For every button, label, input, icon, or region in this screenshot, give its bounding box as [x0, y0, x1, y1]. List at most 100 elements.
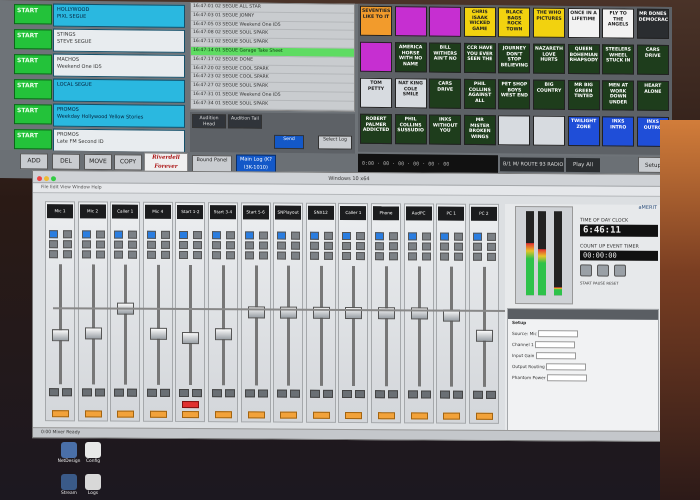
channel-option-button[interactable]	[486, 252, 496, 261]
hotkey-button[interactable]: CARS DRIVE	[636, 44, 669, 76]
start-item[interactable]: PROMOS Weekday Hollywood Yellow Stories	[53, 103, 185, 128]
channel-option-button[interactable]	[356, 252, 366, 261]
channel-option-button[interactable]	[179, 250, 189, 260]
hotkey-button[interactable]: AMERICA HORSE WITH NO NAME	[394, 42, 427, 73]
channel-option-button[interactable]	[323, 251, 333, 260]
fader-knob[interactable]	[52, 328, 69, 342]
channel-option-button[interactable]	[309, 241, 319, 250]
hotkey-button[interactable]: BIG COUNTRY	[533, 79, 565, 110]
fader-knob[interactable]	[84, 327, 102, 340]
channel-option-button[interactable]	[407, 242, 417, 251]
hotkey-button[interactable]	[360, 41, 392, 73]
hotkey-button[interactable]: BLACK BAGS ROCK TOWN	[498, 7, 531, 38]
add-button[interactable]: ADD	[20, 153, 48, 170]
channel-option-button[interactable]	[291, 241, 301, 250]
hotkey-button[interactable]: ONCE IN A LIFETIME	[567, 7, 600, 39]
channel-cue-button[interactable]	[472, 390, 483, 399]
channel-talk-button[interactable]	[84, 410, 102, 418]
channel-on-button[interactable]	[49, 230, 58, 239]
channel-option-button[interactable]	[258, 241, 268, 250]
hotkey-button[interactable]: SEVENTIES LIKE TO IT	[360, 5, 392, 37]
channel-option-button[interactable]	[226, 241, 235, 250]
start-item[interactable]: LOCAL SEGUE	[53, 78, 185, 103]
channel-option-button[interactable]	[421, 232, 431, 241]
hotkey-button[interactable]: MEN AT WORK DOWN UNDER	[602, 80, 635, 111]
hotkey-button[interactable]: PHIL COLLINS SUSSUDIO	[394, 114, 427, 145]
channel-option-button[interactable]	[472, 252, 482, 261]
channel-option-button[interactable]	[160, 230, 170, 239]
channel-option-button[interactable]	[114, 250, 124, 259]
channel-talk-button[interactable]	[443, 412, 461, 420]
channel-option-button[interactable]	[454, 242, 464, 251]
channel-cue-button[interactable]	[290, 389, 301, 398]
start-item[interactable]: MACHOS Weekend One ID5	[53, 53, 185, 78]
channel-cue-button[interactable]	[309, 389, 320, 398]
channel-option-button[interactable]	[226, 231, 235, 240]
hotkey-button[interactable]: ROBERT PALMER ADDICTED	[360, 113, 392, 145]
channel-on-button[interactable]	[375, 232, 384, 241]
channel-option-button[interactable]	[389, 252, 398, 261]
hotkey-button[interactable]: BILL WITHERS AIN'T NO	[429, 42, 462, 73]
channel-cue-button[interactable]	[49, 388, 59, 397]
channel-option-button[interactable]	[179, 240, 189, 250]
channel-option-button[interactable]	[114, 240, 124, 249]
timer-pause-button[interactable]	[597, 264, 609, 277]
channel-talk-button[interactable]	[280, 411, 298, 419]
channel-talk-button[interactable]	[345, 411, 363, 420]
hotkey-button[interactable]: JOURNEY DON'T STOP BELIEVING	[498, 43, 531, 74]
channel-cue-button[interactable]	[453, 390, 464, 399]
channel-cue-button[interactable]	[440, 390, 451, 399]
channel-option-button[interactable]	[160, 240, 170, 249]
channel-on-button[interactable]	[179, 230, 189, 240]
window-controls[interactable]	[37, 174, 58, 186]
channel-cue-button[interactable]	[62, 388, 72, 397]
channel-on-button[interactable]	[146, 230, 156, 239]
start-button[interactable]: START	[14, 79, 52, 100]
channel-cue-button[interactable]	[212, 389, 222, 398]
channel-on-button[interactable]	[277, 231, 287, 240]
minimize-icon[interactable]	[44, 176, 49, 182]
channel-option-button[interactable]	[421, 242, 431, 251]
hotkey-button[interactable]	[429, 6, 462, 37]
hotkey-button[interactable]: FLY TO THE ANGELS	[602, 8, 635, 39]
channel-option-button[interactable]	[212, 241, 221, 250]
channel-active-indicator[interactable]	[182, 400, 200, 409]
channel-talk-button[interactable]	[215, 411, 232, 419]
fader-knob[interactable]	[182, 331, 200, 345]
channel-option-button[interactable]	[95, 250, 105, 259]
channel-option-button[interactable]	[63, 230, 72, 239]
start-button[interactable]: START	[14, 29, 52, 50]
channel-cue-button[interactable]	[94, 388, 105, 397]
channel-on-button[interactable]	[114, 230, 124, 239]
channel-option-button[interactable]	[277, 251, 287, 260]
channel-option-button[interactable]	[440, 242, 450, 251]
channel-option-button[interactable]	[356, 232, 366, 241]
channel-option-button[interactable]	[193, 241, 203, 250]
hotkey-button[interactable]	[533, 115, 565, 146]
hotkey-button[interactable]: PHIL COLLINS AGAINST ALL	[463, 78, 496, 110]
channel-on-button[interactable]	[212, 231, 221, 240]
move-button[interactable]: MOVE	[84, 153, 112, 171]
channel-option-button[interactable]	[81, 250, 91, 259]
channel-talk-button[interactable]	[410, 412, 428, 420]
channel-cue-button[interactable]	[407, 390, 418, 399]
channel-cue-button[interactable]	[375, 390, 385, 399]
channel-on-button[interactable]	[407, 232, 417, 241]
desktop-icon[interactable]: Config	[80, 442, 106, 464]
audition-head-button[interactable]: Audition Head	[192, 114, 226, 129]
timer-reset-button[interactable]	[614, 264, 626, 277]
channel-option-button[interactable]	[472, 242, 482, 251]
channel-cue-button[interactable]	[225, 389, 235, 398]
channel-talk-button[interactable]	[117, 410, 135, 418]
channel-talk-button[interactable]	[247, 411, 265, 419]
channel-option-button[interactable]	[128, 250, 138, 259]
channel-option-button[interactable]	[95, 240, 105, 249]
channel-option-button[interactable]	[258, 251, 268, 260]
channel-option-button[interactable]	[389, 242, 398, 251]
channel-cue-button[interactable]	[420, 390, 431, 399]
channel-on-button[interactable]	[472, 232, 482, 241]
channel-option-button[interactable]	[81, 240, 91, 249]
start-button[interactable]: START	[14, 129, 52, 150]
audition-tail-button[interactable]: Audition Tail	[228, 114, 262, 129]
channel-talk-button[interactable]	[182, 410, 200, 419]
